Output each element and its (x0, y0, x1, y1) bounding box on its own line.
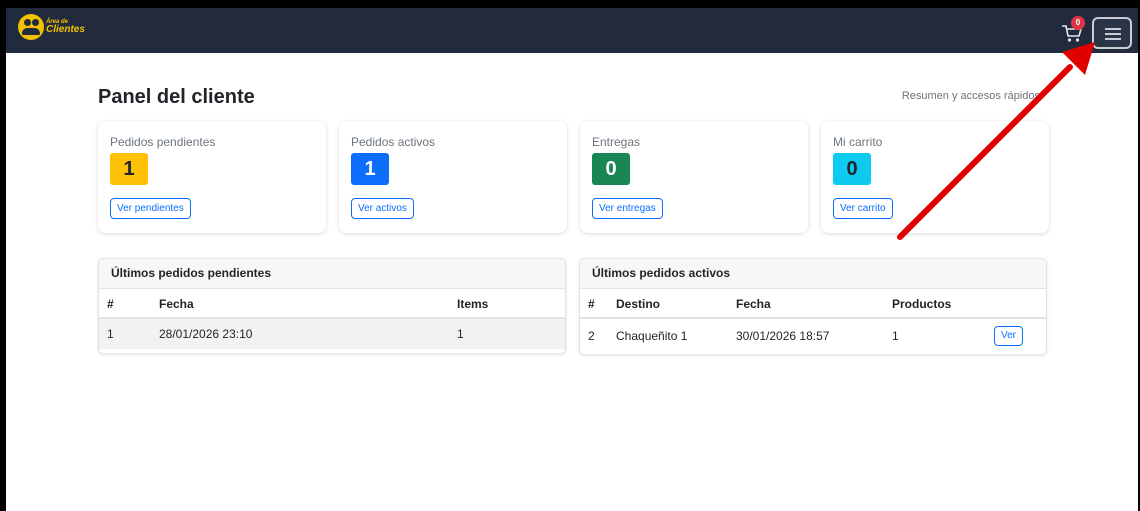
row-items: 1 (457, 327, 464, 341)
hamburger-icon (1105, 28, 1121, 30)
col-number: # (107, 297, 114, 311)
card-cart: Mi carrito 0 Ver carrito (821, 121, 1049, 233)
panel-title: Últimos pedidos activos (580, 259, 1046, 289)
table-header: # Destino Fecha Productos (580, 289, 1046, 319)
table-row: 2 Chaqueñito 1 30/01/2026 18:57 1 Ver (580, 319, 1046, 354)
col-products: Productos (892, 297, 952, 311)
table-row: 1 28/01/2026 23:10 1 (99, 319, 565, 349)
page-title: Panel del cliente (98, 86, 255, 108)
menu-toggle-button[interactable] (1092, 17, 1132, 49)
navbar: Área de Clientes 0 (6, 8, 1138, 53)
card-label: Pedidos activos (351, 135, 436, 149)
brand-logo[interactable]: Área de Clientes (18, 14, 85, 40)
view-active-button[interactable]: Ver activos (351, 198, 414, 219)
cart-count-badge: 0 (1071, 16, 1085, 30)
row-destination: Chaqueñito 1 (616, 329, 688, 343)
active-orders-panel: Últimos pedidos activos # Destino Fecha … (579, 258, 1047, 355)
view-cart-button[interactable]: Ver carrito (833, 198, 893, 219)
col-date: Fecha (736, 297, 771, 311)
pending-orders-panel: Últimos pedidos pendientes # Fecha Items… (98, 258, 566, 354)
brand-text: Área de Clientes (46, 19, 85, 35)
row-date: 28/01/2026 23:10 (159, 327, 253, 341)
card-label: Entregas (592, 135, 641, 149)
col-items: Items (457, 297, 489, 311)
card-deliveries: Entregas 0 Ver entregas (580, 121, 808, 233)
card-label: Pedidos pendientes (110, 135, 216, 149)
users-icon (18, 14, 44, 40)
row-number: 2 (588, 329, 595, 343)
card-count: 0 (592, 153, 630, 185)
table-header: # Fecha Items (99, 289, 565, 319)
page-subtitle: Resumen y accesos rápidos (901, 90, 1040, 102)
browser-viewport: Área de Clientes 0 Panel del cliente Res… (6, 8, 1138, 511)
card-label: Mi carrito (833, 135, 883, 149)
row-products: 1 (892, 329, 899, 343)
view-order-button[interactable]: Ver (994, 326, 1024, 346)
card-count: 1 (110, 153, 148, 185)
card-pending: Pedidos pendientes 1 Ver pendientes (98, 121, 326, 233)
view-deliveries-button[interactable]: Ver entregas (592, 198, 663, 219)
row-number: 1 (107, 327, 114, 341)
panel-title: Últimos pedidos pendientes (99, 259, 565, 289)
card-active: Pedidos activos 1 Ver activos (339, 121, 567, 233)
card-count: 0 (833, 153, 871, 185)
card-count: 1 (351, 153, 389, 185)
col-destination: Destino (616, 297, 661, 311)
view-pending-button[interactable]: Ver pendientes (110, 198, 191, 219)
row-date: 30/01/2026 18:57 (736, 329, 830, 343)
col-number: # (588, 297, 595, 311)
brand-line2: Clientes (46, 24, 85, 35)
col-date: Fecha (159, 297, 194, 311)
